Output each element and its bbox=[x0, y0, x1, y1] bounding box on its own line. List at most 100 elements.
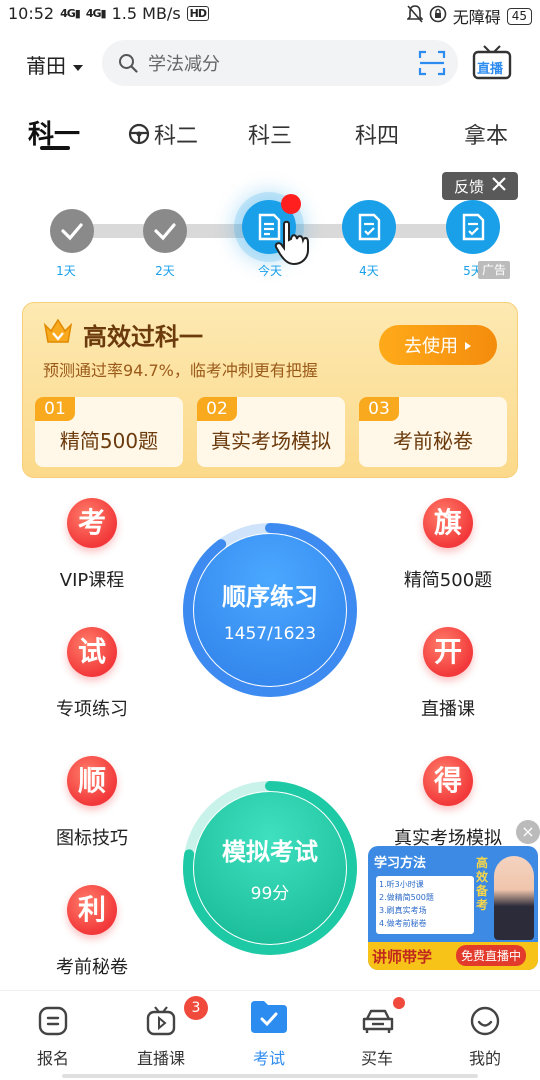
float-ad-item: 2.做精简500题 bbox=[379, 893, 434, 902]
grid-icon: 得 bbox=[423, 756, 473, 806]
triangle-right-icon bbox=[464, 335, 472, 356]
status-time: 10:52 bbox=[8, 4, 55, 23]
live-tv-button[interactable]: 直播 bbox=[472, 44, 512, 80]
grid-label: 图标技巧 bbox=[56, 828, 128, 849]
city-selector[interactable]: 莆田 bbox=[26, 50, 84, 79]
buy-car-dot bbox=[393, 997, 405, 1009]
plan-step-2[interactable] bbox=[143, 209, 187, 253]
check-icon bbox=[61, 223, 83, 241]
grid-item-vip-course[interactable]: 考 VIP课程 bbox=[32, 498, 152, 592]
tab-subject-2[interactable]: 科二 bbox=[128, 118, 198, 150]
ad-tag: 广告 bbox=[478, 261, 510, 279]
check-icon bbox=[154, 223, 176, 241]
signal-icon-2: 4G▮ bbox=[85, 7, 107, 20]
lock-rotation-icon bbox=[429, 5, 447, 27]
tv-icon bbox=[145, 1005, 177, 1037]
nav-profile[interactable]: 我的 bbox=[440, 1005, 530, 1069]
exam-folder-icon bbox=[249, 997, 289, 1037]
subject-tabs: 科一 科二 科三 科四 拿本 bbox=[0, 110, 540, 158]
promo-subtitle: 预测通过率94.7%，临考冲刺更有把握 bbox=[43, 361, 318, 380]
caret-down-icon bbox=[72, 53, 84, 77]
plan-step-1-label: 1天 bbox=[56, 264, 76, 278]
lecturer-photo bbox=[494, 856, 534, 940]
search-bar[interactable]: 学法减分 bbox=[102, 40, 458, 86]
profile-icon bbox=[469, 1005, 501, 1037]
feedback-label: 反馈 bbox=[453, 177, 484, 196]
mute-bell-icon bbox=[405, 5, 424, 27]
promo-card[interactable]: 高效过科一 预测通过率94.7%，临考冲刺更有把握 去使用 01 精简500题 … bbox=[22, 302, 518, 478]
nav-live-label: 直播课 bbox=[136, 1049, 185, 1068]
grid-item-real-exam-sim[interactable]: 得 真实考场模拟 bbox=[388, 756, 508, 850]
crown-icon bbox=[43, 317, 73, 349]
promo-item-3[interactable]: 03 考前秘卷 bbox=[359, 397, 507, 467]
active-tab-indicator bbox=[40, 146, 70, 150]
nav-signup[interactable]: 报名 bbox=[8, 1005, 98, 1069]
accessibility-label: 无障碍 bbox=[452, 8, 501, 27]
plan-step-1[interactable] bbox=[50, 209, 94, 253]
search-icon bbox=[118, 53, 138, 73]
grid-label: 专项练习 bbox=[56, 699, 128, 720]
promo-item-3-num: 03 bbox=[359, 397, 399, 421]
use-now-button[interactable]: 去使用 bbox=[379, 325, 497, 365]
mock-exam-button[interactable]: 模拟考试 99分 bbox=[194, 792, 346, 944]
grid-item-icon-tips[interactable]: 顺 图标技巧 bbox=[32, 756, 152, 850]
feedback-button[interactable]: 反馈 bbox=[442, 172, 518, 200]
float-ad-close-button[interactable]: × bbox=[516, 820, 540, 844]
hd-label: HD bbox=[189, 7, 207, 20]
promo-item-3-label: 考前秘卷 bbox=[393, 429, 473, 453]
tab-subject-2-label: 科二 bbox=[154, 124, 199, 149]
nav-buy-car-label: 买车 bbox=[360, 1049, 393, 1068]
plan-step-2-label: 2天 bbox=[155, 264, 175, 278]
car-icon bbox=[361, 1005, 394, 1037]
plan-step-5[interactable] bbox=[446, 200, 500, 254]
grid-icon: 试 bbox=[67, 627, 117, 677]
status-bar: 10:52 4G▮ 4G▮ 1.5 MB/s HD 无障碍 45 bbox=[0, 0, 540, 30]
grid-icon: 开 bbox=[423, 627, 473, 677]
tab-subject-4[interactable]: 科四 bbox=[355, 118, 399, 150]
exam-score: 99分 bbox=[250, 884, 290, 904]
promo-title: 高效过科一 bbox=[83, 323, 203, 351]
notification-dot bbox=[281, 194, 301, 214]
signal-icon: 4G▮ bbox=[60, 7, 81, 20]
plan-step-4[interactable] bbox=[342, 200, 396, 254]
live-tv-label: 直播 bbox=[477, 62, 504, 77]
promo-item-1-label: 精简500题 bbox=[59, 429, 159, 453]
nav-exam[interactable]: 考试 bbox=[224, 1001, 314, 1069]
grid-label: 考前秘卷 bbox=[56, 957, 128, 978]
grid-label: 直播课 bbox=[421, 699, 475, 720]
battery-level: 45 bbox=[511, 8, 527, 23]
hd-icon: HD bbox=[186, 6, 209, 21]
status-left: 10:52 4G▮ 4G▮ 1.5 MB/s HD bbox=[8, 4, 209, 23]
promo-item-2[interactable]: 02 真实考场模拟 bbox=[197, 397, 345, 467]
grid-label: 精简500题 bbox=[403, 570, 493, 591]
grid-item-special-practice[interactable]: 试 专项练习 bbox=[32, 627, 152, 721]
nav-profile-label: 我的 bbox=[468, 1049, 501, 1068]
scan-icon[interactable] bbox=[418, 50, 446, 76]
signal-label: 4G bbox=[60, 7, 76, 20]
floating-live-ad[interactable]: 学习方法 1.听3小时课 2.做精简500题 3.刷真实考场 4.做考前秘卷 高… bbox=[368, 846, 538, 970]
steering-wheel-icon bbox=[128, 123, 150, 145]
exam-title: 模拟考试 bbox=[222, 838, 318, 866]
promo-item-2-label: 真实考场模拟 bbox=[211, 429, 331, 453]
grid-item-secret-paper[interactable]: 利 考前秘卷 bbox=[32, 885, 152, 979]
float-ad-heading: 学习方法 bbox=[374, 856, 427, 871]
grid-item-live-class[interactable]: 开 直播课 bbox=[388, 627, 508, 721]
float-ad-item: 4.做考前秘卷 bbox=[379, 919, 427, 928]
tab-subject-3[interactable]: 科三 bbox=[248, 118, 292, 150]
grid-icon: 旗 bbox=[423, 498, 473, 548]
battery-icon: 45 bbox=[506, 7, 532, 25]
sequential-practice-button[interactable]: 顺序练习 1457/1623 bbox=[194, 534, 346, 686]
float-ad-list: 1.听3小时课 2.做精简500题 3.刷真实考场 4.做考前秘卷 bbox=[376, 876, 474, 934]
close-icon[interactable] bbox=[492, 177, 506, 195]
float-ad-brand: 讲师带学 bbox=[372, 948, 433, 966]
float-ad-live: 免费直播中 bbox=[456, 945, 527, 966]
promo-item-1[interactable]: 01 精简500题 bbox=[35, 397, 183, 467]
float-ad-footer: 讲师带学 免费直播中 bbox=[368, 942, 538, 970]
home-indicator bbox=[62, 1074, 478, 1078]
nav-buy-car[interactable]: 买车 bbox=[332, 1005, 422, 1069]
use-now-label: 去使用 bbox=[404, 336, 458, 357]
live-count-badge: 3 bbox=[184, 996, 208, 1020]
tab-get-license[interactable]: 拿本 bbox=[464, 118, 508, 150]
grid-item-500-questions[interactable]: 旗 精简500题 bbox=[388, 498, 508, 592]
grid-icon: 顺 bbox=[67, 756, 117, 806]
